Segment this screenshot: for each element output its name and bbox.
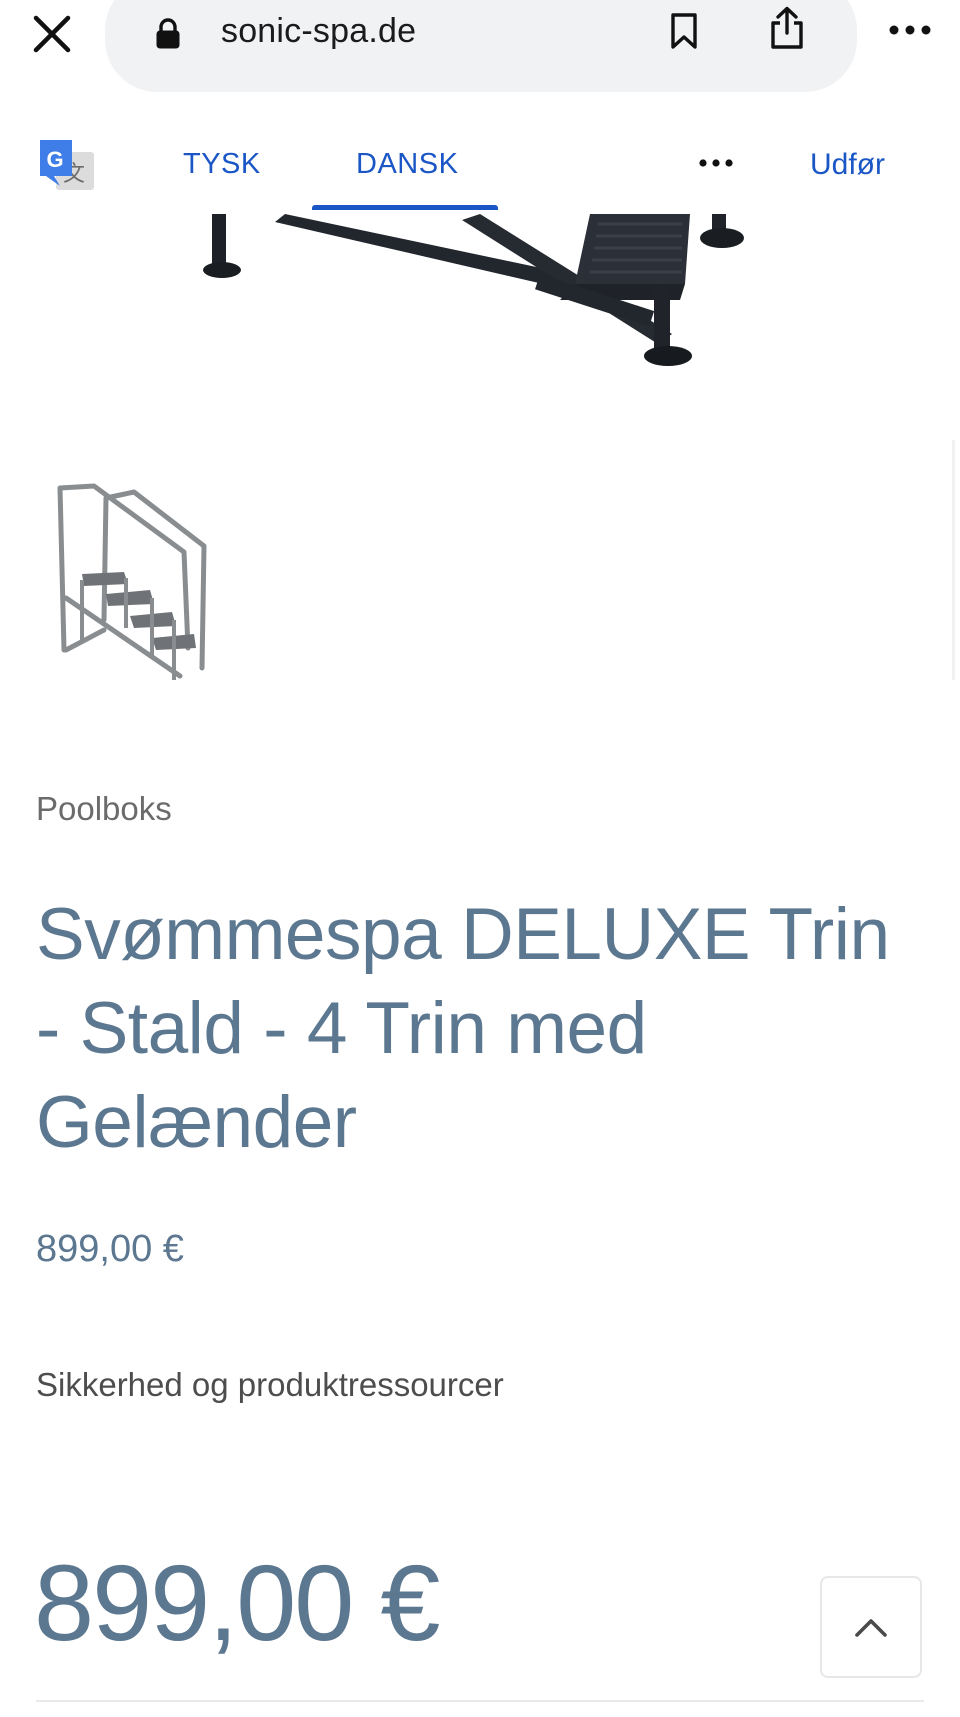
close-button[interactable] [28,10,76,58]
share-icon[interactable] [769,6,805,50]
chevron-up-icon [855,1619,887,1637]
product-category[interactable]: Poolboks [36,790,172,828]
sticky-price: 899,00 € [34,1542,440,1663]
safety-resources-link[interactable]: Sikkerhed og produktressourcer [36,1366,504,1404]
product-title: Svømmespa DELUXE Trin - Stald - 4 Trin m… [36,894,890,1163]
done-button[interactable]: Udfør [810,148,885,182]
tab-dansk[interactable]: DANSK [356,148,458,181]
browser-toolbar: sonic-spa.de [0,0,960,104]
lock-icon [156,18,180,49]
tab-selected-indicator [312,205,498,210]
tab-tysk[interactable]: TYSK [183,148,261,181]
more-horizontal-icon[interactable] [888,20,932,40]
product-main-image [0,214,960,414]
divider [36,1700,924,1702]
close-icon [33,15,71,53]
url-text: sonic-spa.de [221,12,417,50]
svg-text:G: G [46,147,63,172]
scroll-to-top-button[interactable] [820,1576,922,1678]
address-bar[interactable]: sonic-spa.de [105,0,857,92]
product-price: 899,00 € [36,1228,184,1270]
next-image-peek [952,440,955,680]
more-options-icon[interactable] [698,148,734,178]
product-thumbnail[interactable] [52,480,217,695]
google-translate-icon[interactable]: 文 G [38,138,96,196]
translate-bar: 文 G TYSK DANSK Udfør [0,104,960,214]
bookmark-icon[interactable] [669,12,699,50]
